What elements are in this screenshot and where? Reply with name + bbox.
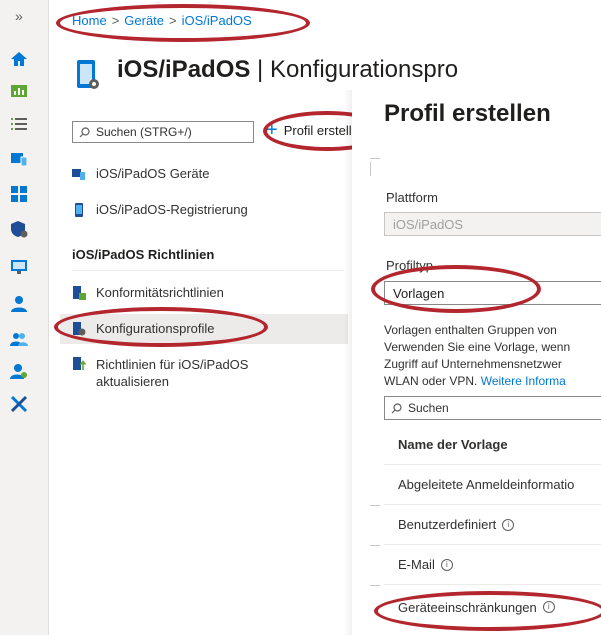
divider [370, 162, 371, 176]
platform-field: iOS/iPadOS [384, 212, 601, 236]
divider [370, 585, 380, 586]
template-description: Vorlagen enthalten Gruppen von Verwenden… [384, 323, 571, 388]
highlight-ellipse-config-profiles [54, 307, 268, 347]
more-info-link[interactable]: Weitere Informa [481, 374, 566, 388]
device-config-icon [75, 58, 101, 97]
apps-icon[interactable] [10, 185, 28, 203]
table-header: Name der Vorlage [384, 425, 601, 465]
monitor-icon[interactable] [10, 258, 28, 276]
highlight-ellipse-device-restrictions [374, 591, 601, 631]
menu-search-input[interactable]: Suchen (STRG+/) [72, 121, 254, 143]
compliance-icon [73, 286, 86, 300]
dashboard-icon[interactable] [10, 82, 28, 100]
section-heading-policies: iOS/iPadOS Richtlinien [72, 247, 215, 262]
collapse-chevron-icon[interactable]: » [15, 8, 23, 24]
user-icon[interactable] [10, 295, 28, 313]
divider [370, 545, 380, 546]
menu-item-ios-enrollment[interactable]: iOS/iPadOS-Registrierung [72, 202, 248, 217]
update-icon [73, 357, 86, 370]
menu-item-ios-devices[interactable]: iOS/iPadOS Geräte [72, 166, 209, 181]
security-icon[interactable] [10, 220, 28, 238]
divider [370, 158, 380, 159]
tenant-admin-icon[interactable] [10, 362, 28, 380]
divider [72, 270, 344, 271]
devices-icon[interactable] [10, 150, 28, 168]
panel-title: Profil erstellen [384, 100, 551, 127]
template-row-email[interactable]: E-Mail i [384, 545, 601, 585]
search-placeholder: Suchen [408, 401, 449, 415]
info-icon[interactable]: i [502, 518, 515, 531]
home-icon[interactable] [10, 50, 28, 68]
highlight-ellipse-breadcrumb [56, 4, 310, 42]
left-nav-rail: » [0, 0, 49, 635]
page-title: iOS/iPadOS | Konfigurationspro [117, 56, 459, 83]
devices-icon [72, 169, 85, 180]
template-row-derived-credentials[interactable]: Abgeleitete Anmeldeinformatio [384, 465, 601, 505]
groups-icon[interactable] [10, 330, 28, 348]
highlight-ellipse-profiletype [371, 265, 541, 313]
panel-shadow [344, 90, 352, 635]
phone-icon [75, 203, 83, 217]
search-placeholder: Suchen (STRG+/) [96, 125, 192, 139]
divider [370, 505, 380, 506]
template-search-input[interactable]: Suchen [384, 396, 601, 420]
template-row-custom[interactable]: Benutzerdefiniert i [384, 505, 601, 545]
tools-icon[interactable] [10, 395, 28, 413]
platform-label: Plattform [386, 190, 439, 205]
menu-item-update-policies[interactable]: Richtlinien für iOS/iPadOS aktualisieren [72, 356, 248, 390]
menu-item-compliance[interactable]: Konformitätsrichtlinien [72, 285, 224, 300]
search-icon [391, 402, 402, 413]
search-icon [79, 126, 90, 137]
info-icon[interactable]: i [440, 558, 453, 571]
list-icon[interactable] [10, 115, 28, 133]
